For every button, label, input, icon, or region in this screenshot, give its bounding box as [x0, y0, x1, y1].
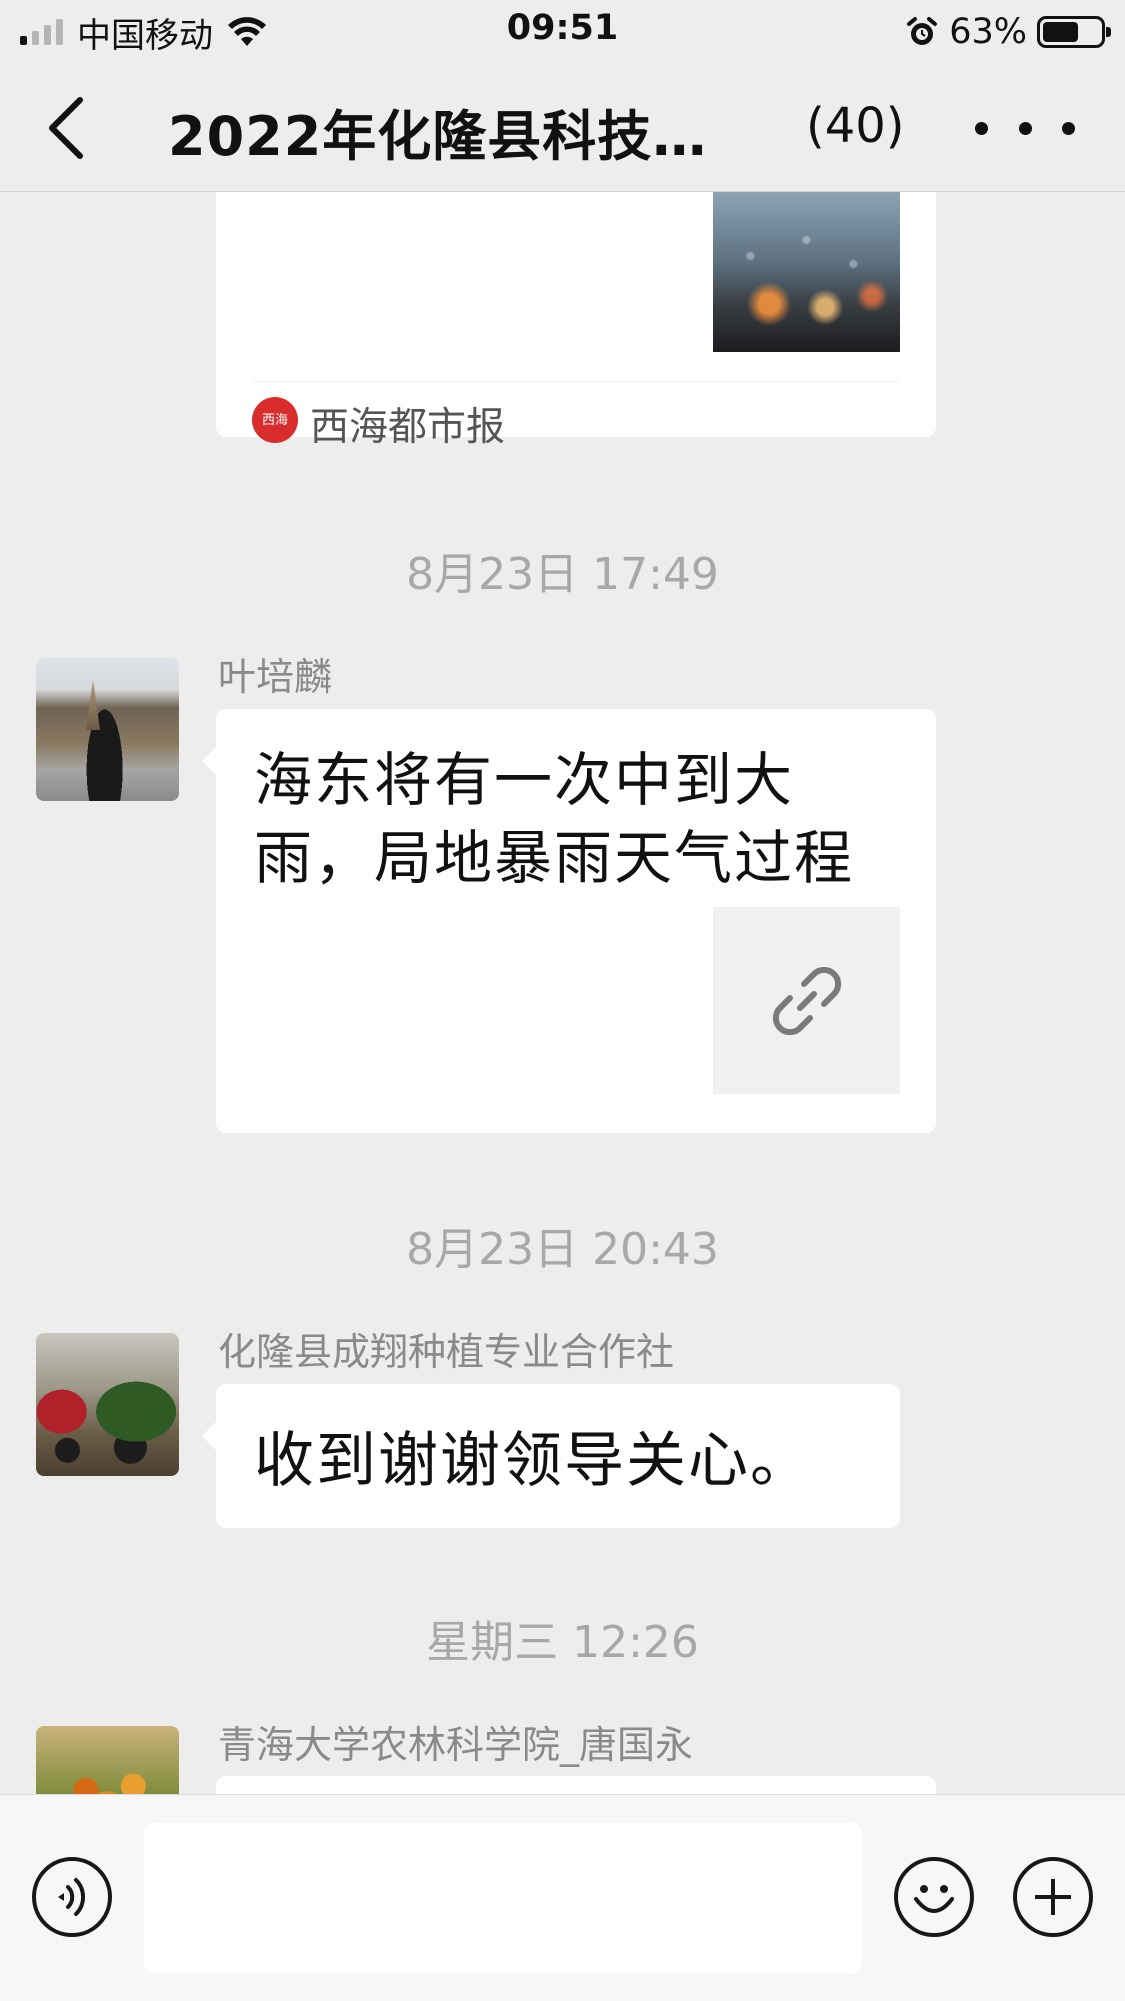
message-timestamp: 星期三 12:26: [426, 1617, 699, 1668]
more-icon[interactable]: [975, 108, 1075, 148]
link-title: 海东将有一次中到大雨，局地暴雨天气过程: [254, 746, 855, 892]
message-input[interactable]: [144, 1823, 862, 1973]
emoji-icon[interactable]: [894, 1857, 974, 1937]
status-right: 63%: [905, 10, 1111, 54]
sender-name: 叶培麟: [218, 655, 333, 699]
link-message[interactable]: 海东将有一次中到大雨，局地暴雨天气过程: [202, 709, 936, 1133]
card-divider: [254, 381, 898, 382]
avatar[interactable]: [36, 1726, 179, 1794]
message-timestamp: 8月23日 17:49: [406, 549, 719, 600]
battery-percent: 63%: [949, 12, 1027, 52]
member-count: (40): [806, 98, 905, 154]
alarm-icon: [907, 17, 938, 45]
avatar[interactable]: [36, 658, 179, 801]
link-icon: [772, 966, 841, 1035]
message-text: 收到谢谢领导关心。: [254, 1426, 812, 1496]
battery-icon: [1037, 16, 1111, 48]
chat-header: 2022年化隆县科技… (40): [0, 64, 1125, 192]
source-name: 西海都市报: [310, 405, 506, 450]
text-message[interactable]: 收到谢谢领导关心。: [202, 1384, 900, 1528]
chat-title[interactable]: 2022年化隆县科技…: [168, 92, 707, 171]
link-card[interactable]: 西海 西海都市报: [216, 192, 936, 450]
message-timestamp: 8月23日 20:43: [406, 1224, 719, 1275]
link-thumbnail: [713, 907, 900, 1094]
article-thumbnail: [713, 192, 900, 352]
sender-name: 化隆县成翔种植专业合作社: [218, 1330, 675, 1374]
chevron-left-icon[interactable]: [40, 94, 100, 162]
status-bar: 中国移动 09:51 63%: [0, 0, 1125, 64]
voice-icon[interactable]: [32, 1857, 112, 1937]
message-bubble[interactable]: [216, 1776, 936, 1794]
chat-messages[interactable]: 西海 西海都市报 8月23日 17:49 叶培麟 海东将有一次中到大雨，局地暴雨…: [0, 192, 1125, 1794]
input-bar: [0, 1794, 1125, 2001]
sender-name: 青海大学农林科学院_唐国永: [218, 1723, 694, 1767]
avatar[interactable]: [36, 1333, 179, 1476]
plus-icon[interactable]: [1013, 1857, 1093, 1937]
source-logo: 西海: [252, 397, 298, 443]
